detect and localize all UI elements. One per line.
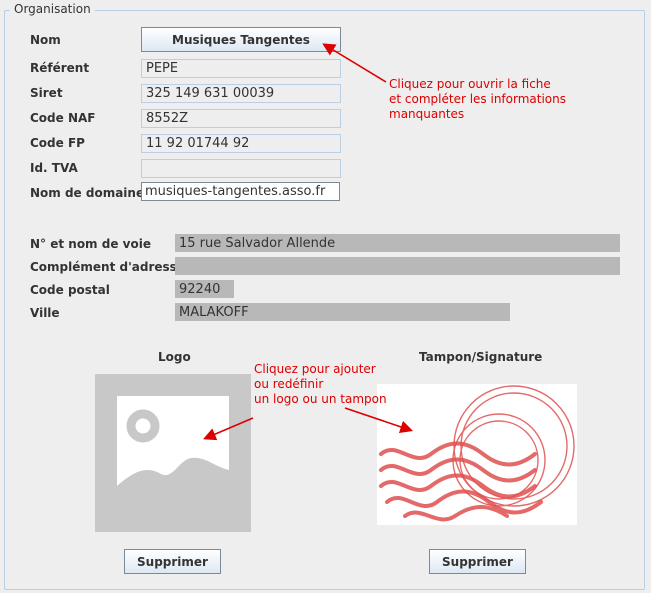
code-naf-field: 8552Z <box>141 109 341 128</box>
address-complement-label: Complément d'adresse <box>30 260 185 274</box>
city-field: MALAKOFF <box>175 303 510 321</box>
code-fp-field: 11 92 01744 92 <box>141 134 341 153</box>
stamp-title: Tampon/Signature <box>419 350 543 364</box>
id-tva-label: Id. TVA <box>30 161 78 175</box>
domain-input[interactable]: musiques-tangentes.asso.fr <box>141 182 340 201</box>
address-complement-field <box>175 257 620 275</box>
siret-field: 325 149 631 00039 <box>141 84 341 103</box>
logo-title: Logo <box>158 350 191 364</box>
referent-label: Référent <box>30 61 90 75</box>
postal-code-field: 92240 <box>175 280 234 298</box>
panel-title: Organisation <box>10 2 95 16</box>
delete-logo-button[interactable]: Supprimer <box>124 549 221 574</box>
id-tva-field <box>141 159 341 178</box>
logo-annotation: Cliquez pour ajouter ou redéfinir un log… <box>254 362 387 406</box>
open-fiche-button[interactable]: Musiques Tangentes <box>141 27 341 52</box>
stamp-image[interactable] <box>377 384 577 525</box>
code-fp-label: Code FP <box>30 136 85 150</box>
city-label: Ville <box>30 306 60 320</box>
siret-label: Siret <box>30 86 63 100</box>
delete-stamp-button[interactable]: Supprimer <box>429 549 526 574</box>
stamp-icon <box>377 384 577 525</box>
domain-label: Nom de domaine <box>30 186 145 200</box>
street-label: N° et nom de voie <box>30 237 151 251</box>
code-naf-label: Code NAF <box>30 111 96 125</box>
nom-label: Nom <box>30 33 61 47</box>
image-placeholder-icon <box>95 374 251 532</box>
street-field: 15 rue Salvador Allende <box>175 234 620 252</box>
logo-image-placeholder[interactable] <box>95 374 251 532</box>
referent-field: PEPE <box>141 59 341 78</box>
postal-code-label: Code postal <box>30 283 110 297</box>
fiche-annotation: Cliquez pour ouvrir la fiche et compléte… <box>389 77 566 121</box>
